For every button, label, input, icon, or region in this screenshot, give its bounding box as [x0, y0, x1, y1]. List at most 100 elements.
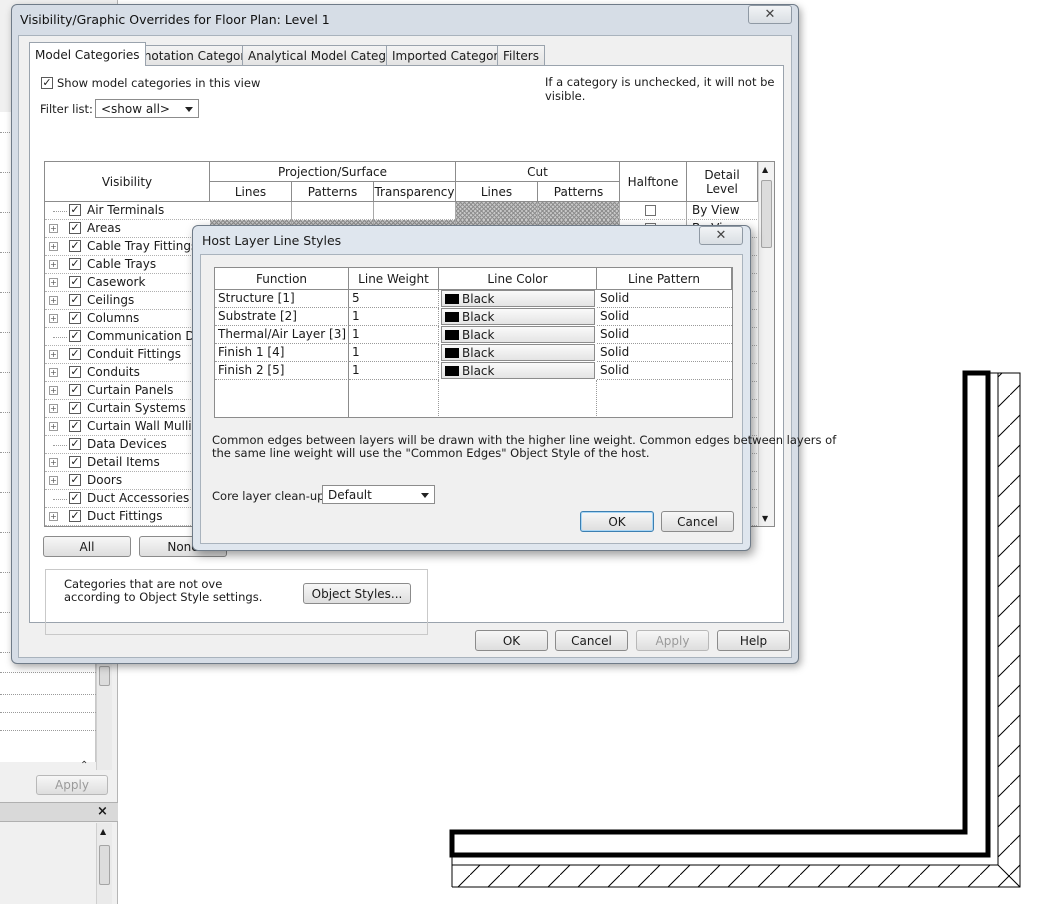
filter-list-select[interactable]: <show all> [95, 99, 199, 118]
host-cancel-button[interactable]: Cancel [661, 511, 734, 532]
line-color-button[interactable]: Black [441, 344, 595, 361]
category-visibility-checkbox[interactable]: ✓ [69, 204, 81, 216]
tree-line [53, 211, 67, 212]
line-weight-cell[interactable]: 1 [349, 344, 439, 362]
category-name: Duct Accessories [87, 491, 190, 505]
expand-icon[interactable]: + [49, 278, 58, 287]
category-visibility-checkbox[interactable]: ✓ [69, 312, 81, 324]
category-visibility-checkbox[interactable]: ✓ [69, 276, 81, 288]
properties-apply-button[interactable]: Apply [36, 775, 108, 795]
line-pattern-cell[interactable]: Solid [597, 290, 732, 308]
core-cleanup-select[interactable]: Default [322, 485, 435, 504]
line-color-button[interactable]: Black [441, 362, 595, 379]
show-model-categories-checkbox[interactable]: ✓ [41, 77, 53, 89]
line-pattern-cell[interactable]: Solid [597, 344, 732, 362]
category-visibility-checkbox[interactable]: ✓ [69, 222, 81, 234]
layer-styles-table: Function Line Weight Line Color Line Pat… [214, 267, 733, 418]
tab-filters[interactable]: Filters [497, 45, 545, 65]
category-visibility-checkbox[interactable]: ✓ [69, 330, 81, 342]
category-visibility-checkbox[interactable]: ✓ [69, 474, 81, 486]
collapse-icon[interactable]: ⌃ [80, 760, 88, 771]
category-name: Curtain Wall Mullion [87, 419, 207, 433]
scrollbar-thumb[interactable] [99, 845, 110, 885]
host-ok-button[interactable]: OK [580, 511, 654, 532]
expand-icon[interactable]: + [49, 224, 58, 233]
scroll-up-icon[interactable]: ▲ [762, 165, 768, 174]
line-pattern-cell[interactable]: Solid [597, 326, 732, 344]
line-pattern-cell[interactable]: Solid [597, 308, 732, 326]
cut-patterns-cell[interactable] [538, 202, 620, 220]
category-visibility-checkbox[interactable]: ✓ [69, 438, 81, 450]
expand-icon[interactable]: + [49, 386, 58, 395]
properties-scrollbar[interactable] [96, 660, 112, 770]
expand-icon[interactable]: + [49, 404, 58, 413]
projection-lines-cell[interactable] [210, 202, 292, 220]
category-grid-scrollbar[interactable]: ▲ ▼ [758, 162, 774, 526]
category-visibility-checkbox[interactable]: ✓ [69, 420, 81, 432]
expand-icon[interactable]: + [49, 368, 58, 377]
scrollbar-thumb[interactable] [99, 666, 110, 686]
expand-icon[interactable]: + [49, 260, 58, 269]
halftone-header: Halftone [620, 162, 687, 202]
object-styles-button[interactable]: Object Styles... [303, 583, 411, 604]
all-button[interactable]: All [43, 536, 131, 557]
category-visibility-checkbox[interactable]: ✓ [69, 348, 81, 360]
category-name: Conduits [87, 365, 140, 379]
scroll-up-icon[interactable]: ▲ [100, 827, 106, 836]
projection-transparency-cell[interactable] [374, 202, 456, 220]
table-row[interactable]: ✓ Air Terminals By View [45, 202, 761, 220]
halftone-checkbox[interactable] [645, 205, 656, 216]
empty-cell [349, 380, 439, 417]
cut-lines-cell[interactable] [456, 202, 538, 220]
line-weight-cell[interactable]: 1 [349, 308, 439, 326]
scrollbar-thumb[interactable] [761, 180, 772, 248]
expand-icon[interactable]: + [49, 422, 58, 431]
line-weight-cell[interactable]: 1 [349, 362, 439, 380]
chevron-down-icon [421, 493, 429, 498]
line-color-button[interactable]: Black [441, 326, 595, 343]
project-browser-scrollbar[interactable]: ▲ [96, 823, 112, 904]
line-pattern-cell[interactable]: Solid [597, 362, 732, 380]
line-color-button[interactable]: Black [441, 308, 595, 325]
close-icon[interactable]: ✕ [699, 226, 743, 245]
function-column-header: Function [215, 268, 349, 290]
category-visibility-checkbox[interactable]: ✓ [69, 402, 81, 414]
detail-level-value[interactable]: By View [692, 203, 740, 217]
expand-icon[interactable]: + [49, 458, 58, 467]
category-name: Cable Tray Fittings [87, 239, 198, 253]
tab-model-categories[interactable]: Model Categories [29, 42, 146, 66]
close-icon[interactable]: ✕ [748, 5, 792, 24]
expand-icon[interactable]: + [49, 512, 58, 521]
cancel-button[interactable]: Cancel [555, 630, 628, 651]
common-edges-note: Common edges between layers will be draw… [212, 433, 837, 447]
category-name: Air Terminals [87, 203, 165, 217]
apply-button[interactable]: Apply [636, 630, 709, 651]
projection-patterns-cell[interactable] [292, 202, 374, 220]
ok-button[interactable]: OK [475, 630, 548, 651]
close-icon[interactable]: × [97, 804, 108, 819]
category-visibility-checkbox[interactable]: ✓ [69, 384, 81, 396]
expand-icon[interactable]: + [49, 350, 58, 359]
category-visibility-checkbox[interactable]: ✓ [69, 366, 81, 378]
table-row [0, 730, 96, 731]
help-button[interactable]: Help [717, 630, 790, 651]
category-visibility-checkbox[interactable]: ✓ [69, 492, 81, 504]
category-visibility-checkbox[interactable]: ✓ [69, 294, 81, 306]
expand-icon[interactable]: + [49, 242, 58, 251]
line-weight-cell[interactable]: 5 [349, 290, 439, 308]
category-visibility-checkbox[interactable]: ✓ [69, 240, 81, 252]
scroll-down-icon[interactable]: ▼ [762, 514, 768, 523]
chevron-down-icon [185, 107, 193, 112]
line-weight-cell[interactable]: 1 [349, 326, 439, 344]
override-note-text-2: according to Object Style settings. [64, 590, 263, 604]
category-visibility-checkbox[interactable]: ✓ [69, 258, 81, 270]
category-name: Ceilings [87, 293, 135, 307]
category-visibility-checkbox[interactable]: ✓ [69, 510, 81, 522]
category-visibility-checkbox[interactable]: ✓ [69, 456, 81, 468]
layer-function-cell: Structure [1] [215, 290, 349, 308]
expand-icon[interactable]: + [49, 314, 58, 323]
expand-icon[interactable]: + [49, 476, 58, 485]
expand-icon[interactable]: + [49, 296, 58, 305]
line-color-column-header: Line Color [439, 268, 597, 290]
line-color-button[interactable]: Black [441, 290, 595, 307]
